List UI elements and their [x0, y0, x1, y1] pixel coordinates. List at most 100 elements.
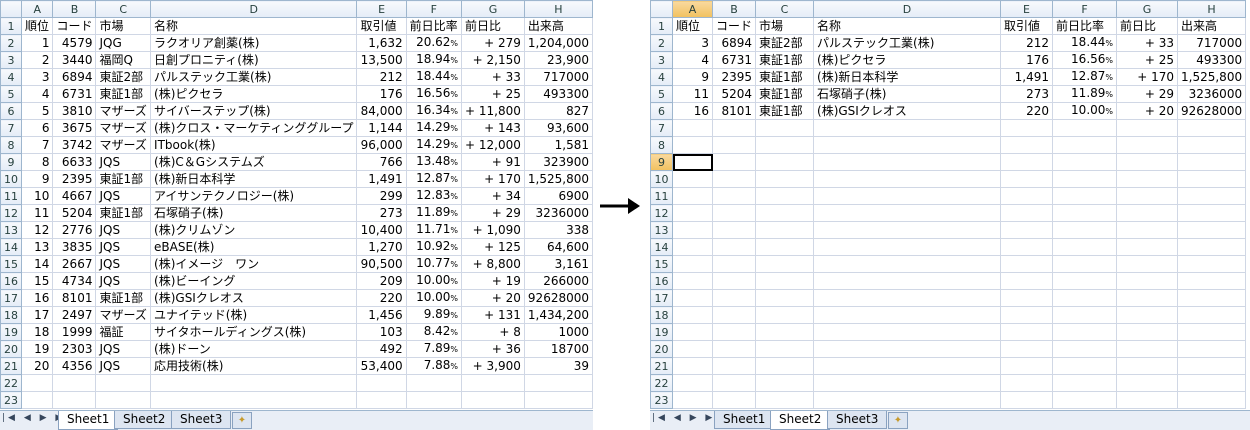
- cell-f6[interactable]: 16.34%: [405, 102, 463, 120]
- cell-f3[interactable]: 16.56%: [1052, 51, 1118, 69]
- cell-e14[interactable]: 1,270: [356, 238, 407, 256]
- cell-g5[interactable]: + 29: [1116, 85, 1179, 103]
- cell-e21[interactable]: 53,400: [356, 357, 407, 375]
- cell-d8[interactable]: [813, 136, 1002, 154]
- row-header[interactable]: 11: [0, 187, 23, 205]
- cell-d7[interactable]: [813, 119, 1002, 137]
- cell-f11[interactable]: [1052, 187, 1118, 205]
- row-header[interactable]: 9: [650, 153, 673, 171]
- row-header[interactable]: 12: [0, 204, 23, 222]
- row-header[interactable]: 3: [650, 51, 673, 69]
- cell-c18[interactable]: マザーズ: [95, 306, 152, 324]
- cell-h5[interactable]: 3236000: [1177, 85, 1247, 103]
- tab-sheet3[interactable]: Sheet3: [827, 411, 888, 429]
- cell-e4[interactable]: 212: [356, 68, 407, 86]
- cell-c15[interactable]: [755, 255, 815, 273]
- cell-d23[interactable]: [150, 391, 358, 409]
- cell-h9[interactable]: [1177, 153, 1247, 171]
- cell-a15[interactable]: [672, 255, 713, 273]
- cell-c6[interactable]: マザーズ: [95, 102, 152, 120]
- cell-c11[interactable]: JQS: [95, 187, 152, 205]
- column-header-f[interactable]: F: [405, 0, 463, 18]
- cell-c2[interactable]: 東証2部: [755, 34, 815, 52]
- cell-d11[interactable]: [813, 187, 1002, 205]
- cell-b16[interactable]: 4734: [52, 272, 97, 290]
- cell-f8[interactable]: [1052, 136, 1118, 154]
- row-header[interactable]: 4: [0, 68, 23, 86]
- cell-a10[interactable]: [672, 170, 713, 188]
- cell-e23[interactable]: [1000, 391, 1054, 409]
- cell-c14[interactable]: JQS: [95, 238, 152, 256]
- cell-h22[interactable]: [523, 374, 594, 392]
- column-header-f[interactable]: F: [1052, 0, 1118, 18]
- cell-b4[interactable]: 2395: [711, 68, 757, 86]
- column-header-c[interactable]: C: [95, 0, 152, 18]
- cell-e2[interactable]: 212: [1000, 34, 1054, 52]
- row-header[interactable]: 22: [650, 374, 673, 392]
- cell-e14[interactable]: [1000, 238, 1054, 256]
- cell-g12[interactable]: + 29: [461, 204, 525, 222]
- cell-e18[interactable]: [1000, 306, 1054, 324]
- cell-a12[interactable]: 11: [21, 204, 54, 222]
- cell-e7[interactable]: 1,144: [356, 119, 407, 137]
- cell-g12[interactable]: [1116, 204, 1179, 222]
- cell-b6[interactable]: 3810: [52, 102, 97, 120]
- cell-c22[interactable]: [95, 374, 152, 392]
- cell-h1[interactable]: 出来高: [523, 17, 594, 35]
- cell-d23[interactable]: [813, 391, 1002, 409]
- cell-h19[interactable]: 1000: [523, 323, 594, 341]
- cell-b19[interactable]: 1999: [52, 323, 97, 341]
- cell-g2[interactable]: + 279: [461, 34, 525, 52]
- cell-c22[interactable]: [755, 374, 815, 392]
- cell-a20[interactable]: 19: [21, 340, 54, 358]
- cell-a7[interactable]: [672, 119, 713, 137]
- cell-f10[interactable]: 12.87%: [405, 170, 463, 188]
- cell-f9[interactable]: 13.48%: [405, 153, 463, 171]
- cell-h7[interactable]: 93,600: [523, 119, 594, 137]
- cell-h3[interactable]: 493300: [1177, 51, 1247, 69]
- cell-g18[interactable]: [1116, 306, 1179, 324]
- cell-b5[interactable]: 5204: [711, 85, 757, 103]
- cell-e23[interactable]: [356, 391, 407, 409]
- cell-b22[interactable]: [52, 374, 97, 392]
- insert-sheet-icon[interactable]: ✦: [888, 412, 908, 429]
- cell-h21[interactable]: [1177, 357, 1247, 375]
- cell-h22[interactable]: [1177, 374, 1247, 392]
- cell-h15[interactable]: [1177, 255, 1247, 273]
- cell-f20[interactable]: 7.89%: [405, 340, 463, 358]
- cell-f22[interactable]: [405, 374, 463, 392]
- cell-h16[interactable]: [1177, 272, 1247, 290]
- cell-g13[interactable]: + 1,090: [461, 221, 525, 239]
- row-header[interactable]: 8: [0, 136, 23, 154]
- cell-f16[interactable]: 10.00%: [405, 272, 463, 290]
- cell-c17[interactable]: 東証1部: [95, 289, 152, 307]
- cell-e5[interactable]: 273: [1000, 85, 1054, 103]
- tab-sheet3[interactable]: Sheet3: [171, 411, 232, 429]
- cell-f18[interactable]: 9.89%: [405, 306, 463, 324]
- cell-e18[interactable]: 1,456: [356, 306, 407, 324]
- column-header-c[interactable]: C: [755, 0, 815, 18]
- cell-c2[interactable]: JQG: [95, 34, 152, 52]
- cell-d16[interactable]: [813, 272, 1002, 290]
- cell-e10[interactable]: 1,491: [356, 170, 407, 188]
- cell-h6[interactable]: 827: [523, 102, 594, 120]
- row-header[interactable]: 7: [650, 119, 673, 137]
- cell-h8[interactable]: 1,581: [523, 136, 594, 154]
- cell-g3[interactable]: + 2,150: [461, 51, 525, 69]
- cell-f12[interactable]: [1052, 204, 1118, 222]
- cell-g8[interactable]: + 12,000: [461, 136, 525, 154]
- tab-sheet1[interactable]: Sheet1: [714, 411, 775, 429]
- cell-e20[interactable]: 492: [356, 340, 407, 358]
- cell-c4[interactable]: 東証2部: [95, 68, 152, 86]
- cell-h7[interactable]: [1177, 119, 1247, 137]
- cell-h5[interactable]: 493300: [523, 85, 594, 103]
- cell-f13[interactable]: [1052, 221, 1118, 239]
- cell-d22[interactable]: [813, 374, 1002, 392]
- cell-d1[interactable]: 名称: [813, 17, 1002, 35]
- cell-a17[interactable]: [672, 289, 713, 307]
- cell-g14[interactable]: [1116, 238, 1179, 256]
- cell-b14[interactable]: 3835: [52, 238, 97, 256]
- cell-e2[interactable]: 1,632: [356, 34, 407, 52]
- cell-g11[interactable]: [1116, 187, 1179, 205]
- cell-h3[interactable]: 23,900: [523, 51, 594, 69]
